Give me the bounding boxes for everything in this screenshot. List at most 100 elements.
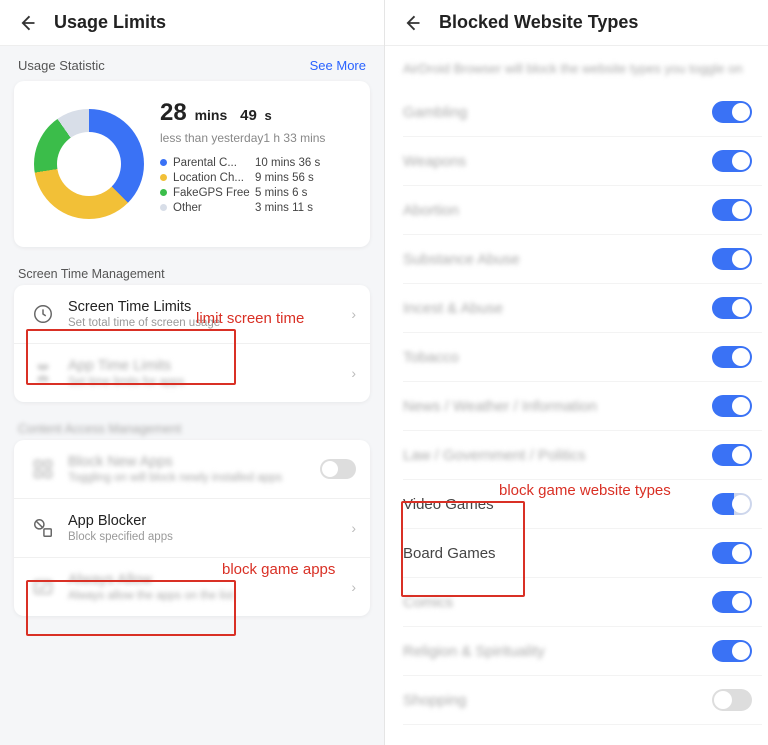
legend-row: Location Ch...9 mins 56 s bbox=[160, 172, 356, 184]
app-time-limits-sub: Set time limits for apps bbox=[68, 376, 351, 388]
blocked-type-label: Gambling bbox=[403, 104, 467, 121]
blocked-type-item[interactable]: Weapons bbox=[403, 137, 762, 186]
see-more-link[interactable]: See More bbox=[310, 58, 366, 73]
chevron-right-icon: › bbox=[351, 365, 356, 381]
app-blocker-item[interactable]: App Blocker Block specified apps › bbox=[14, 498, 370, 557]
legend-app-time: 10 mins 36 s bbox=[255, 157, 320, 169]
legend-app-name: Other bbox=[173, 202, 255, 214]
app-blocker-sub: Block specified apps bbox=[68, 531, 351, 543]
blocked-type-label: Shopping bbox=[403, 692, 466, 709]
screen-time-card: Screen Time Limits Set total time of scr… bbox=[14, 285, 370, 402]
chevron-right-icon: › bbox=[351, 306, 356, 322]
blocked-type-toggle[interactable] bbox=[712, 248, 752, 270]
always-allow-sub: Always allow the apps on the list bbox=[68, 590, 351, 602]
screen-time-limits-item[interactable]: Screen Time Limits Set total time of scr… bbox=[14, 285, 370, 343]
legend-dot-icon bbox=[160, 174, 167, 181]
block-new-apps-sub: Toggling on will block newly installed a… bbox=[68, 472, 320, 484]
blocked-type-label: Incest & Abuse bbox=[403, 300, 503, 317]
blocked-type-item[interactable]: Video Games bbox=[403, 480, 762, 529]
usage-limits-pane: Usage Limits Usage Statistic See More 28… bbox=[0, 0, 384, 745]
legend-app-name: Parental C... bbox=[173, 157, 255, 169]
legend-dot-icon bbox=[160, 189, 167, 196]
legend-app-time: 5 mins 6 s bbox=[255, 187, 307, 199]
page-title: Blocked Website Types bbox=[439, 12, 638, 33]
blocked-desc: AirDroid Browser will block the website … bbox=[385, 46, 768, 88]
legend-dot-icon bbox=[160, 159, 167, 166]
blocked-type-label: News / Weather / Information bbox=[403, 398, 597, 415]
blocked-type-toggle[interactable] bbox=[712, 150, 752, 172]
back-button[interactable] bbox=[14, 10, 40, 36]
blocked-type-label: Board Games bbox=[403, 545, 496, 562]
legend-app-time: 9 mins 56 s bbox=[255, 172, 314, 184]
blocked-types-list: Gambling Weapons Abortion Substance Abuse In… bbox=[385, 88, 768, 725]
content-access-mgmt-label: Content Access Management bbox=[0, 416, 384, 440]
blocked-type-item[interactable]: Religion & Spirituality bbox=[403, 627, 762, 676]
legend-app-time: 3 mins 11 s bbox=[255, 202, 313, 214]
blocked-type-toggle[interactable] bbox=[712, 640, 752, 662]
legend-app-name: FakeGPS Free bbox=[173, 187, 255, 199]
legend-row: Other3 mins 11 s bbox=[160, 202, 356, 214]
blocked-type-toggle[interactable] bbox=[712, 542, 752, 564]
blocked-type-toggle[interactable] bbox=[712, 395, 752, 417]
legend-dot-icon bbox=[160, 204, 167, 211]
usage-compare-text: less than yesterday1 h 33 mins bbox=[160, 131, 356, 147]
blocked-type-item[interactable]: Board Games bbox=[403, 529, 762, 578]
arrow-left-icon bbox=[402, 13, 422, 33]
blocked-type-item[interactable]: News / Weather / Information bbox=[403, 382, 762, 431]
blocked-type-toggle[interactable] bbox=[712, 101, 752, 123]
app-time-limits-title: App Time Limits bbox=[68, 358, 351, 374]
usage-statistic-label: Usage Statistic bbox=[18, 58, 105, 73]
app-time-limits-item[interactable]: App Time Limits Set time limits for apps… bbox=[14, 343, 370, 402]
always-allow-title: Always Allow bbox=[68, 572, 351, 588]
blocked-websites-pane: Blocked Website Types AirDroid Browser w… bbox=[384, 0, 768, 745]
block-new-apps-toggle[interactable] bbox=[320, 459, 356, 479]
blocked-type-toggle[interactable] bbox=[712, 297, 752, 319]
blocked-type-label: Substance Abuse bbox=[403, 251, 520, 268]
blocked-type-item[interactable]: Gambling bbox=[403, 88, 762, 137]
blocked-type-label: Tobacco bbox=[403, 349, 459, 366]
header-left: Usage Limits bbox=[0, 0, 384, 46]
usage-statistic-card: 28 mins 49 s less than yesterday1 h 33 m… bbox=[14, 81, 370, 247]
blocked-type-toggle[interactable] bbox=[712, 199, 752, 221]
legend-row: Parental C...10 mins 36 s bbox=[160, 157, 356, 169]
blocked-type-item[interactable]: Incest & Abuse bbox=[403, 284, 762, 333]
blocked-type-label: Weapons bbox=[403, 153, 466, 170]
screen-time-mgmt-label: Screen Time Management bbox=[0, 261, 384, 285]
page-title: Usage Limits bbox=[54, 12, 166, 33]
screen-time-limits-title: Screen Time Limits bbox=[68, 299, 351, 315]
block-new-apps-title: Block New Apps bbox=[68, 454, 320, 470]
content-access-card: Block New Apps Toggling on will block ne… bbox=[14, 440, 370, 616]
blocked-type-item[interactable]: Law / Government / Politics bbox=[403, 431, 762, 480]
blocked-type-item[interactable]: Shopping bbox=[403, 676, 762, 725]
blocked-type-toggle[interactable] bbox=[712, 444, 752, 466]
back-button[interactable] bbox=[399, 10, 425, 36]
legend-row: FakeGPS Free5 mins 6 s bbox=[160, 187, 356, 199]
blocked-type-label: Law / Government / Politics bbox=[403, 447, 586, 464]
blocked-type-item[interactable]: Comics bbox=[403, 578, 762, 627]
blocked-type-label: Comics bbox=[403, 594, 453, 611]
screen-time-limits-sub: Set total time of screen usage bbox=[68, 317, 351, 329]
chevron-right-icon: › bbox=[351, 579, 356, 595]
clock-icon bbox=[28, 299, 58, 329]
blocker-icon bbox=[28, 513, 58, 543]
hourglass-icon bbox=[28, 358, 58, 388]
blocked-type-label: Abortion bbox=[403, 202, 459, 219]
blocked-type-label: Video Games bbox=[403, 496, 494, 513]
apps-block-icon bbox=[28, 454, 58, 484]
usage-total-time: 28 mins 49 s bbox=[160, 99, 356, 127]
blocked-type-item[interactable]: Abortion bbox=[403, 186, 762, 235]
legend-app-name: Location Ch... bbox=[173, 172, 255, 184]
blocked-type-toggle[interactable] bbox=[712, 591, 752, 613]
header-right: Blocked Website Types bbox=[385, 0, 768, 46]
chevron-right-icon: › bbox=[351, 520, 356, 536]
usage-donut-chart bbox=[24, 99, 154, 229]
blocked-type-label: Religion & Spirituality bbox=[403, 643, 545, 660]
blocked-type-toggle[interactable] bbox=[712, 689, 752, 711]
usage-legend: Parental C...10 mins 36 sLocation Ch...9… bbox=[160, 157, 356, 214]
block-new-apps-item[interactable]: Block New Apps Toggling on will block ne… bbox=[14, 440, 370, 498]
blocked-type-toggle[interactable] bbox=[712, 346, 752, 368]
blocked-type-item[interactable]: Substance Abuse bbox=[403, 235, 762, 284]
blocked-type-item[interactable]: Tobacco bbox=[403, 333, 762, 382]
always-allow-item[interactable]: Always Allow Always allow the apps on th… bbox=[14, 557, 370, 616]
blocked-type-toggle[interactable] bbox=[712, 493, 752, 515]
